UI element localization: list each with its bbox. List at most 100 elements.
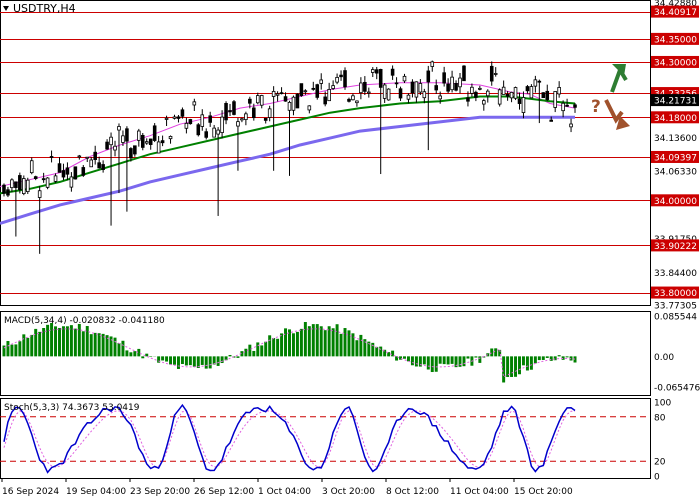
- candle-body: [283, 96, 288, 102]
- candle-body: [140, 134, 145, 148]
- macd-bar: [85, 326, 89, 357]
- candle-body: [327, 89, 331, 102]
- candle-body: [125, 128, 129, 142]
- candle-body: [299, 83, 304, 96]
- candle-body: [382, 84, 387, 99]
- stoch-tick-label: 20: [654, 458, 666, 468]
- macd-bar: [529, 356, 533, 370]
- candle-body: [101, 164, 105, 170]
- macd-bar: [121, 340, 125, 357]
- candle-body: [14, 181, 18, 188]
- candle-body: [97, 162, 101, 169]
- price-tick-label: 34.06330: [654, 168, 697, 178]
- macd-bar: [319, 326, 323, 357]
- macd-bar: [331, 328, 335, 357]
- current-price-label: 34.21731: [654, 97, 697, 107]
- candle-body: [279, 92, 284, 95]
- macd-bar: [54, 326, 58, 357]
- macd-bar: [533, 356, 537, 364]
- candle-body: [339, 74, 343, 78]
- candle-body: [117, 126, 121, 131]
- macd-bar: [129, 352, 133, 357]
- macd-bar: [34, 328, 38, 357]
- candle-body: [204, 131, 209, 138]
- price-tick-label: 34.00000: [654, 197, 697, 207]
- candle-body: [22, 178, 26, 194]
- candle-body: [295, 93, 300, 109]
- price-tick-label: 33.84400: [654, 269, 697, 279]
- candle-body: [160, 140, 165, 144]
- candle-body: [6, 189, 10, 196]
- macd-bar: [510, 356, 514, 377]
- candle-body: [133, 145, 137, 155]
- macd-bar: [272, 337, 276, 357]
- candle-body: [374, 69, 379, 74]
- x-tick-label: 3 Oct 20:00: [322, 487, 375, 497]
- candle-body: [137, 130, 141, 141]
- price-tick-label: 34.35000: [654, 35, 697, 45]
- macd-bar: [450, 356, 454, 364]
- macd-bar: [347, 330, 351, 357]
- candle-body: [248, 98, 252, 104]
- candle-body: [390, 68, 395, 76]
- macd-bar: [458, 356, 462, 367]
- macd-bar: [89, 334, 93, 357]
- macd-bar: [506, 356, 510, 377]
- candle-body: [18, 175, 22, 191]
- candle-body: [129, 148, 133, 159]
- macd-bar: [375, 346, 379, 357]
- macd-bar: [22, 334, 26, 357]
- macd-bar: [161, 356, 165, 361]
- candle-body: [509, 91, 514, 99]
- candle-body: [414, 81, 419, 98]
- macd-bar: [295, 331, 299, 357]
- candle-body: [255, 95, 260, 104]
- candle-body: [144, 141, 149, 144]
- macd-bar: [65, 326, 69, 357]
- price-tick-label: 34.40917: [654, 8, 697, 18]
- candle-body: [37, 190, 42, 198]
- candle-body: [482, 100, 486, 105]
- macd-bar: [545, 356, 549, 358]
- candle-body: [557, 87, 561, 95]
- price-tick-label: 33.90222: [654, 242, 697, 252]
- macd-bar: [220, 356, 224, 364]
- candle-body: [267, 108, 272, 118]
- symbol-header: USDTRY,H4: [3, 2, 76, 15]
- macd-bar: [490, 348, 494, 357]
- macd-bar: [284, 328, 288, 357]
- candle-body: [287, 101, 292, 111]
- macd-bar: [268, 335, 272, 357]
- macd-bar: [216, 356, 220, 366]
- macd-bar: [73, 328, 77, 357]
- macd-bar: [430, 356, 434, 373]
- candle-body: [430, 61, 435, 67]
- macd-bar: [343, 328, 347, 357]
- macd-bar: [379, 346, 383, 357]
- x-tick-label: 15 Oct 20:00: [514, 487, 573, 497]
- macd-bar: [184, 356, 188, 366]
- macd-bar: [434, 356, 438, 372]
- macd-bar: [38, 331, 42, 357]
- macd-bar: [502, 356, 506, 383]
- candle-body: [41, 178, 46, 181]
- candle-body: [220, 116, 224, 133]
- candle-body: [529, 86, 534, 99]
- candle-body: [93, 151, 97, 161]
- macd-bar: [474, 356, 478, 358]
- candle-body: [73, 166, 78, 180]
- candle-body: [561, 102, 565, 112]
- macd-bar: [10, 344, 14, 357]
- candle-body: [85, 156, 90, 159]
- candle-body: [485, 90, 490, 97]
- candle-body: [271, 91, 276, 97]
- x-tick-label: 23 Sep 20:00: [130, 487, 190, 497]
- macd-bar: [133, 351, 137, 357]
- candle-body: [200, 114, 205, 127]
- macd-bar: [323, 330, 327, 357]
- macd-bar: [50, 322, 54, 357]
- price-tick-label: 34.18000: [654, 114, 697, 124]
- candle-body: [545, 90, 550, 100]
- price-tick-label: 34.09397: [654, 153, 697, 163]
- macd-bar: [521, 356, 525, 366]
